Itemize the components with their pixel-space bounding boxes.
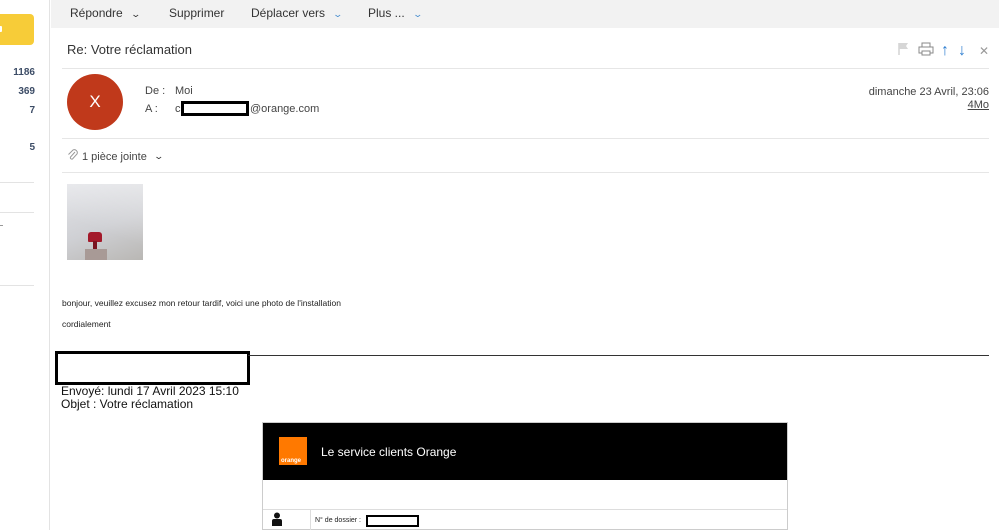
divider [62, 68, 989, 69]
divider [62, 138, 989, 139]
avatar: X [67, 74, 123, 130]
sent-line: Envoyé: lundi 17 Avril 2023 15:10 [61, 384, 239, 398]
folder-count-4: 5 [29, 142, 35, 153]
chevron-down-icon: ⌄ [153, 151, 164, 161]
to-label: A : [145, 103, 158, 115]
sidebar-divider [0, 212, 34, 213]
sidebar-divider [0, 182, 34, 183]
sidebar-divider [0, 285, 34, 286]
paperclip-icon [67, 149, 78, 164]
redaction-box [366, 515, 419, 527]
lamp-base [93, 241, 97, 249]
orange-header: orange Le service clients Orange [263, 423, 787, 480]
body-line: cordialement [62, 319, 111, 329]
divider [62, 172, 989, 173]
sidebar-tick [0, 225, 3, 226]
folder-sidebar: 1186 369 7 5 [0, 0, 50, 530]
message-subject: Re: Votre réclamation [67, 42, 193, 57]
divider [263, 509, 787, 510]
compose-icon [0, 26, 2, 32]
from-label: De : [145, 85, 166, 97]
folder-count-2: 369 [18, 86, 35, 97]
more-label: Plus ... [368, 6, 405, 20]
delete-label: Supprimer [169, 6, 225, 20]
reply-label: Répondre [70, 6, 123, 20]
to-prefix[interactable]: c [175, 103, 181, 115]
orange-logo-text: orange [281, 458, 302, 464]
furniture [85, 249, 107, 260]
folder-count-3: 7 [29, 105, 35, 116]
person-icon [271, 512, 283, 526]
quote-separator [248, 355, 989, 356]
from-value[interactable]: Moi [175, 85, 193, 97]
to-suffix[interactable]: @orange.com [250, 103, 319, 115]
divider [310, 510, 311, 530]
previous-message-icon[interactable]: ↑ [941, 42, 949, 60]
redaction-box [181, 101, 249, 116]
delete-button[interactable]: Supprimer [169, 6, 224, 20]
orange-logo: orange [279, 437, 307, 465]
orange-email-card: orange Le service clients Orange N° de d… [262, 422, 788, 530]
next-message-icon[interactable]: ↓ [958, 42, 966, 60]
compose-button[interactable] [0, 14, 34, 45]
more-button[interactable]: Plus ... ⌄ [368, 6, 423, 20]
flag-icon[interactable] [898, 42, 910, 60]
object-line: Objet : Votre réclamation [61, 397, 194, 411]
message-date: dimanche 23 Avril, 23:06 [868, 86, 989, 98]
attachment-label: 1 pièce jointe [82, 150, 147, 163]
attachment-thumbnail[interactable] [67, 184, 143, 260]
orange-title: Le service clients Orange [321, 445, 457, 459]
redaction-box [55, 351, 250, 385]
chevron-down-icon[interactable]: ⌄ [130, 9, 141, 20]
dossier-label: N° de dossier : [315, 517, 361, 524]
chevron-down-icon: ⌄ [332, 9, 344, 19]
close-icon[interactable]: ✕ [979, 42, 989, 60]
body-line: bonjour, veuillez excusez mon retour tar… [62, 298, 341, 308]
move-to-button[interactable]: Déplacer vers ⌄ [251, 6, 344, 20]
reply-button[interactable]: Répondre ⌄ [70, 6, 141, 20]
message-toolbar: Répondre ⌄ Supprimer Déplacer vers ⌄ Plus … [51, 0, 999, 28]
move-label: Déplacer vers [251, 6, 326, 20]
chevron-down-icon: ⌄ [412, 9, 423, 19]
print-icon[interactable] [918, 42, 934, 60]
folder-count-inbox: 1186 [13, 67, 35, 78]
attachment-toggle[interactable]: 1 pièce jointe ⌄ [67, 149, 164, 164]
message-size[interactable]: 4Mo [968, 99, 989, 111]
